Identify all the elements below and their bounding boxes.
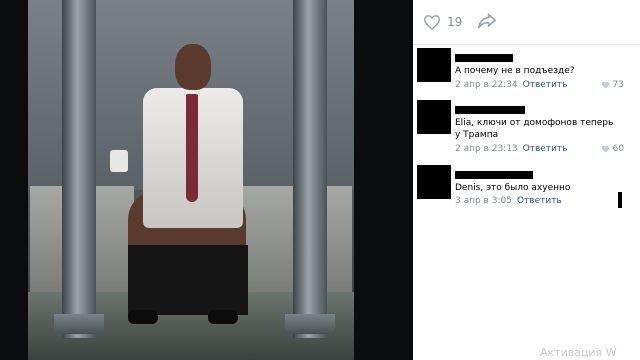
left-shoe xyxy=(128,310,158,324)
heart-icon xyxy=(601,81,609,89)
comment-date[interactable]: 3 апр в 3:05 xyxy=(455,196,512,206)
reply-link[interactable]: Ответить xyxy=(523,80,568,90)
comment-author[interactable] xyxy=(455,171,533,179)
comment-author[interactable] xyxy=(455,54,513,62)
comment-item: А почему не в подъезде? 2 апр в 22:34 Отв… xyxy=(413,48,640,96)
reply-link[interactable]: Ответить xyxy=(517,196,562,206)
photo-edge-right xyxy=(354,0,413,360)
seated-man xyxy=(128,40,253,330)
toilet-paper-roll xyxy=(110,150,128,172)
column-base-right xyxy=(285,314,335,334)
column-base-left xyxy=(54,314,104,334)
column-left xyxy=(62,0,96,338)
reply-link[interactable]: Ответить xyxy=(523,144,568,154)
column-right xyxy=(293,0,327,338)
comment-item: Denis, это было ахуенно 3 апр в 3:05 Отве… xyxy=(413,165,640,213)
comments-panel: 19 А почему не в подъезде? 2 апр в 22:34… xyxy=(413,0,640,360)
heart-icon xyxy=(601,145,609,153)
comment-like-count: 60 xyxy=(612,144,624,154)
comment-text: Denis, это было ахуенно xyxy=(455,183,571,193)
like-count: 19 xyxy=(447,15,463,29)
lowered-trousers xyxy=(128,245,248,315)
avatar[interactable] xyxy=(417,48,451,82)
comment-author[interactable] xyxy=(455,106,525,114)
head xyxy=(175,44,211,90)
share-arrow-icon[interactable] xyxy=(477,12,497,34)
avatar[interactable] xyxy=(417,100,451,134)
photo-edge-left xyxy=(0,0,28,360)
avatar[interactable] xyxy=(417,165,451,199)
comment-text: Elia, ключи от домофонов теперь у Трампа xyxy=(455,118,614,140)
comment-date[interactable]: 2 апр в 22:34 xyxy=(455,80,518,90)
comment-item: Elia, ключи от домофонов теперь у Трампа… xyxy=(413,100,640,160)
comment-text: А почему не в подъезде? xyxy=(455,66,575,76)
heart-icon xyxy=(423,14,441,30)
comment-like-button[interactable]: 73 xyxy=(601,80,624,90)
like-button[interactable]: 19 xyxy=(423,12,462,32)
activation-watermark: Активация W xyxy=(540,346,617,359)
red-tie xyxy=(186,94,198,202)
comment-meta: 2 апр в 23:13 Ответить xyxy=(455,144,567,154)
comment-like-button[interactable]: 60 xyxy=(601,144,624,154)
comment-like-count: 73 xyxy=(612,80,624,90)
post-actions: 19 xyxy=(413,0,640,45)
post-photo[interactable] xyxy=(0,0,413,360)
right-shoe xyxy=(208,310,238,324)
comment-meta: 2 апр в 22:34 Ответить xyxy=(455,80,567,90)
scrollbar-thumb[interactable] xyxy=(618,192,622,208)
comment-meta: 3 апр в 3:05 Ответить xyxy=(455,196,562,206)
comment-date[interactable]: 2 апр в 23:13 xyxy=(455,144,518,154)
